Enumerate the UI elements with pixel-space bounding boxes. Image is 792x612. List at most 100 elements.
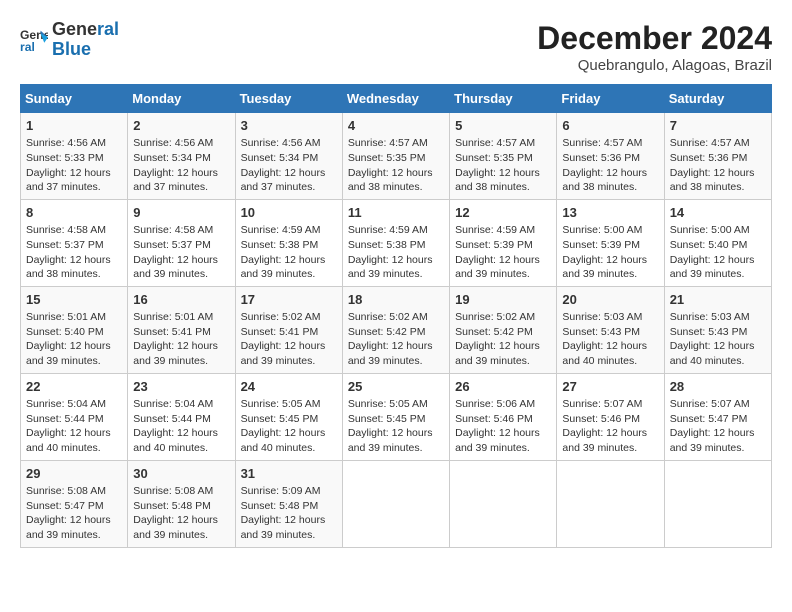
calendar-cell: 24Sunrise: 5:05 AMSunset: 5:45 PMDayligh… (235, 373, 342, 460)
day-of-week-header: Saturday (664, 85, 771, 113)
calendar-cell: 8Sunrise: 4:58 AMSunset: 5:37 PMDaylight… (21, 199, 128, 286)
day-info-line: and 38 minutes. (26, 267, 122, 282)
day-info-line: Daylight: 12 hours (133, 166, 229, 181)
day-info-line: Sunset: 5:38 PM (348, 238, 444, 253)
day-number: 8 (26, 204, 122, 222)
day-info-line: Daylight: 12 hours (348, 166, 444, 181)
day-info-line: Sunset: 5:46 PM (455, 412, 551, 427)
day-info-line: Daylight: 12 hours (455, 339, 551, 354)
day-of-week-header: Monday (128, 85, 235, 113)
calendar-cell: 31Sunrise: 5:09 AMSunset: 5:48 PMDayligh… (235, 460, 342, 547)
day-info-line: and 39 minutes. (241, 354, 337, 369)
day-info-line: Daylight: 12 hours (241, 339, 337, 354)
day-number: 11 (348, 204, 444, 222)
day-info-line: Daylight: 12 hours (133, 339, 229, 354)
day-number: 21 (670, 291, 766, 309)
day-info-line: Sunrise: 5:03 AM (562, 310, 658, 325)
day-info-line: Sunset: 5:46 PM (562, 412, 658, 427)
day-info-line: Sunset: 5:34 PM (241, 151, 337, 166)
day-info-line: Sunrise: 5:01 AM (133, 310, 229, 325)
day-info-line: Sunset: 5:36 PM (670, 151, 766, 166)
day-info-line: Daylight: 12 hours (241, 513, 337, 528)
calendar-table: SundayMondayTuesdayWednesdayThursdayFrid… (20, 84, 772, 548)
day-number: 1 (26, 117, 122, 135)
day-number: 9 (133, 204, 229, 222)
logo-icon: Gene ral (20, 26, 48, 54)
day-info-line: and 39 minutes. (455, 354, 551, 369)
day-info-line: Daylight: 12 hours (133, 426, 229, 441)
day-info-line: Daylight: 12 hours (26, 513, 122, 528)
day-info-line: Sunrise: 5:02 AM (241, 310, 337, 325)
day-info-line: Daylight: 12 hours (133, 253, 229, 268)
day-info-line: Sunset: 5:35 PM (455, 151, 551, 166)
calendar-week-row: 1Sunrise: 4:56 AMSunset: 5:33 PMDaylight… (21, 113, 772, 200)
page-header: Gene ral General Blue December 2024 Queb… (20, 20, 772, 74)
day-info-line: and 38 minutes. (562, 180, 658, 195)
day-info-line: and 39 minutes. (241, 267, 337, 282)
calendar-cell: 23Sunrise: 5:04 AMSunset: 5:44 PMDayligh… (128, 373, 235, 460)
day-info-line: Sunrise: 5:08 AM (26, 484, 122, 499)
day-info-line: Daylight: 12 hours (670, 339, 766, 354)
day-info-line: Sunset: 5:43 PM (670, 325, 766, 340)
day-info-line: Sunset: 5:38 PM (241, 238, 337, 253)
day-info-line: and 38 minutes. (670, 180, 766, 195)
day-number: 28 (670, 378, 766, 396)
calendar-cell: 15Sunrise: 5:01 AMSunset: 5:40 PMDayligh… (21, 286, 128, 373)
day-info-line: Daylight: 12 hours (133, 513, 229, 528)
day-info-line: Sunrise: 4:56 AM (133, 136, 229, 151)
day-info-line: Daylight: 12 hours (241, 426, 337, 441)
day-info-line: and 40 minutes. (133, 441, 229, 456)
day-number: 20 (562, 291, 658, 309)
day-info-line: Sunset: 5:42 PM (348, 325, 444, 340)
day-info-line: Sunset: 5:40 PM (670, 238, 766, 253)
day-info-line: Daylight: 12 hours (670, 166, 766, 181)
calendar-cell (342, 460, 449, 547)
day-info-line: and 39 minutes. (26, 528, 122, 543)
calendar-cell: 29Sunrise: 5:08 AMSunset: 5:47 PMDayligh… (21, 460, 128, 547)
day-info-line: Sunset: 5:33 PM (26, 151, 122, 166)
day-info-line: Sunset: 5:40 PM (26, 325, 122, 340)
day-info-line: and 37 minutes. (241, 180, 337, 195)
day-of-week-header: Sunday (21, 85, 128, 113)
day-info-line: and 38 minutes. (455, 180, 551, 195)
day-info-line: Daylight: 12 hours (670, 426, 766, 441)
day-info-line: Sunset: 5:47 PM (670, 412, 766, 427)
day-info-line: Sunset: 5:39 PM (562, 238, 658, 253)
day-number: 22 (26, 378, 122, 396)
calendar-cell: 14Sunrise: 5:00 AMSunset: 5:40 PMDayligh… (664, 199, 771, 286)
day-info-line: Sunrise: 5:08 AM (133, 484, 229, 499)
day-of-week-header: Friday (557, 85, 664, 113)
day-info-line: Sunset: 5:48 PM (133, 499, 229, 514)
day-info-line: Sunset: 5:37 PM (133, 238, 229, 253)
calendar-cell: 7Sunrise: 4:57 AMSunset: 5:36 PMDaylight… (664, 113, 771, 200)
day-number: 3 (241, 117, 337, 135)
day-info-line: Sunset: 5:43 PM (562, 325, 658, 340)
day-info-line: Sunrise: 5:02 AM (348, 310, 444, 325)
day-info-line: Daylight: 12 hours (562, 339, 658, 354)
calendar-cell: 3Sunrise: 4:56 AMSunset: 5:34 PMDaylight… (235, 113, 342, 200)
calendar-cell (557, 460, 664, 547)
day-info-line: Daylight: 12 hours (562, 166, 658, 181)
day-info-line: Daylight: 12 hours (26, 166, 122, 181)
day-info-line: and 40 minutes. (670, 354, 766, 369)
calendar-cell: 1Sunrise: 4:56 AMSunset: 5:33 PMDaylight… (21, 113, 128, 200)
day-info-line: Sunset: 5:37 PM (26, 238, 122, 253)
day-info-line: Sunrise: 5:05 AM (348, 397, 444, 412)
day-info-line: and 39 minutes. (348, 267, 444, 282)
day-number: 27 (562, 378, 658, 396)
day-info-line: and 39 minutes. (348, 354, 444, 369)
day-info-line: Sunset: 5:44 PM (133, 412, 229, 427)
day-info-line: Sunrise: 4:56 AM (241, 136, 337, 151)
day-info-line: and 39 minutes. (455, 267, 551, 282)
day-number: 31 (241, 465, 337, 483)
day-info-line: Sunrise: 4:59 AM (348, 223, 444, 238)
day-number: 5 (455, 117, 551, 135)
day-info-line: and 39 minutes. (562, 267, 658, 282)
calendar-week-row: 8Sunrise: 4:58 AMSunset: 5:37 PMDaylight… (21, 199, 772, 286)
location-subtitle: Quebrangulo, Alagoas, Brazil (537, 57, 772, 74)
day-info-line: Sunset: 5:35 PM (348, 151, 444, 166)
day-info-line: Sunset: 5:36 PM (562, 151, 658, 166)
day-info-line: Daylight: 12 hours (455, 253, 551, 268)
day-number: 30 (133, 465, 229, 483)
day-info-line: Sunrise: 4:57 AM (455, 136, 551, 151)
